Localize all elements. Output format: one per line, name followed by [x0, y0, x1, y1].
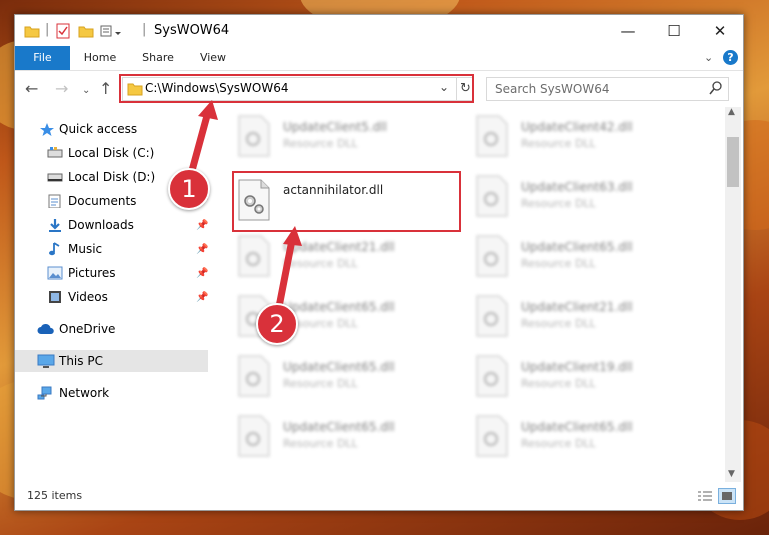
step-1-marker: 1 [168, 168, 210, 210]
step-2-marker: 2 [256, 303, 298, 345]
arrow-annotations [186, 100, 302, 316]
